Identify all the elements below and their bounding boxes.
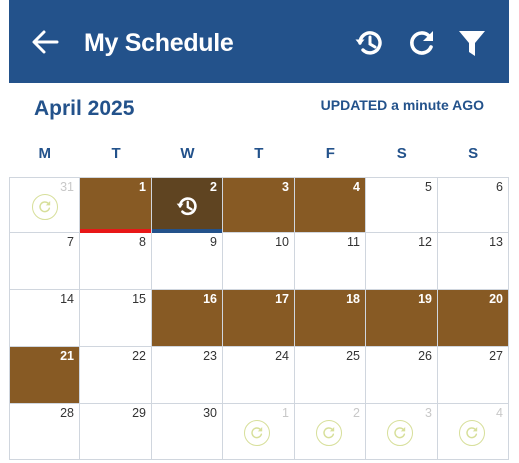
sync-icon bbox=[459, 420, 485, 446]
sync-icon bbox=[32, 194, 58, 220]
day-number: 24 bbox=[275, 349, 289, 363]
day-number: 16 bbox=[203, 292, 217, 306]
calendar-day-cell[interactable]: 26 bbox=[366, 347, 438, 404]
calendar-day-cell[interactable]: 4 bbox=[438, 404, 509, 460]
calendar-day-cell[interactable]: 2 bbox=[295, 404, 366, 460]
day-number: 4 bbox=[496, 406, 503, 420]
sync-icon bbox=[316, 420, 342, 446]
calendar-day-cell[interactable]: 23 bbox=[152, 347, 223, 404]
calendar-day-cell[interactable]: 24 bbox=[223, 347, 295, 404]
calendar-day-cell[interactable]: 9 bbox=[152, 233, 223, 290]
history-icon bbox=[174, 193, 200, 219]
day-number: 22 bbox=[132, 349, 146, 363]
day-number: 14 bbox=[60, 292, 74, 306]
calendar-day-cell[interactable]: 5 bbox=[366, 177, 438, 233]
calendar-day-cell[interactable]: 8 bbox=[80, 233, 152, 290]
calendar-day-cell[interactable]: 15 bbox=[80, 290, 152, 347]
filter-icon[interactable] bbox=[455, 26, 489, 60]
day-number: 18 bbox=[346, 292, 360, 306]
day-number: 20 bbox=[489, 292, 503, 306]
calendar-day-cell[interactable]: 25 bbox=[295, 347, 366, 404]
day-number: 23 bbox=[203, 349, 217, 363]
day-number: 31 bbox=[60, 180, 74, 194]
weekday-label: M bbox=[38, 145, 51, 162]
day-number: 29 bbox=[132, 406, 146, 420]
day-number: 17 bbox=[275, 292, 289, 306]
calendar-day-cell[interactable]: 11 bbox=[295, 233, 366, 290]
weekday-label: F bbox=[325, 145, 335, 162]
calendar-day-cell[interactable]: 28 bbox=[9, 404, 80, 460]
arrow-left-icon[interactable] bbox=[31, 27, 59, 57]
day-number: 2 bbox=[210, 180, 217, 194]
day-number: 19 bbox=[418, 292, 432, 306]
day-number: 13 bbox=[489, 235, 503, 249]
day-number: 15 bbox=[132, 292, 146, 306]
calendar-day-cell[interactable]: 1 bbox=[223, 404, 295, 460]
sync-icon bbox=[244, 420, 270, 446]
weekday-label: S bbox=[468, 145, 479, 162]
day-number: 3 bbox=[425, 406, 432, 420]
day-number: 26 bbox=[418, 349, 432, 363]
day-number: 28 bbox=[60, 406, 74, 420]
day-number: 3 bbox=[282, 180, 289, 194]
month-label: April 2025 bbox=[34, 97, 135, 120]
calendar-day-cell[interactable]: 6 bbox=[438, 177, 509, 233]
calendar-day-cell[interactable]: 16 bbox=[152, 290, 223, 347]
page-title: My Schedule bbox=[84, 29, 234, 57]
weekday-label: S bbox=[396, 145, 407, 162]
calendar-day-cell[interactable]: 1 bbox=[80, 177, 152, 233]
day-number: 1 bbox=[139, 180, 146, 194]
day-number: 5 bbox=[425, 180, 432, 194]
calendar-day-cell[interactable]: 3 bbox=[223, 177, 295, 233]
calendar-day-cell[interactable]: 12 bbox=[366, 233, 438, 290]
app-bar: My Schedule bbox=[9, 0, 509, 83]
calendar-day-cell[interactable]: 29 bbox=[80, 404, 152, 460]
updated-label: UPDATED a minute AGO bbox=[320, 97, 484, 113]
calendar-day-cell[interactable]: 19 bbox=[366, 290, 438, 347]
calendar-day-cell[interactable]: 4 bbox=[295, 177, 366, 233]
weekday-header: M T W T F S S bbox=[9, 145, 509, 167]
calendar-day-cell[interactable]: 18 bbox=[295, 290, 366, 347]
weekday-label: T bbox=[254, 145, 264, 162]
calendar-panel: April 2025 UPDATED a minute AGO M T W T … bbox=[9, 83, 509, 463]
calendar-day-cell[interactable]: 21 bbox=[9, 347, 80, 404]
calendar-day-cell[interactable]: 13 bbox=[438, 233, 509, 290]
day-number: 6 bbox=[496, 180, 503, 194]
day-number: 8 bbox=[139, 235, 146, 249]
day-number: 4 bbox=[353, 180, 360, 194]
calendar-day-cell[interactable]: 31 bbox=[9, 177, 80, 233]
weekday-label: T bbox=[111, 145, 121, 162]
calendar-day-cell[interactable]: 7 bbox=[9, 233, 80, 290]
refresh-icon[interactable] bbox=[406, 26, 440, 60]
calendar-day-cell[interactable]: 20 bbox=[438, 290, 509, 347]
day-number: 9 bbox=[210, 235, 217, 249]
day-number: 10 bbox=[275, 235, 289, 249]
day-number: 2 bbox=[353, 406, 360, 420]
day-number: 12 bbox=[418, 235, 432, 249]
day-number: 7 bbox=[67, 235, 74, 249]
calendar-day-cell[interactable]: 10 bbox=[223, 233, 295, 290]
day-number: 1 bbox=[282, 406, 289, 420]
calendar-day-cell[interactable]: 3 bbox=[366, 404, 438, 460]
day-number: 30 bbox=[203, 406, 217, 420]
day-number: 11 bbox=[347, 235, 360, 249]
calendar-grid: 31 1 2 3 4 5 6 7 8 9 10 11 12 13 14 15 16 17 18 19 20 21 22 23 2… bbox=[9, 177, 519, 463]
calendar-day-cell[interactable]: 30 bbox=[152, 404, 223, 460]
calendar-day-cell[interactable]: 22 bbox=[80, 347, 152, 404]
sync-icon bbox=[387, 420, 413, 446]
calendar-day-cell[interactable]: 17 bbox=[223, 290, 295, 347]
day-number: 27 bbox=[489, 349, 503, 363]
calendar-day-cell[interactable]: 27 bbox=[438, 347, 509, 404]
day-number: 25 bbox=[346, 349, 360, 363]
history-icon[interactable] bbox=[352, 26, 386, 60]
calendar-day-cell[interactable]: 14 bbox=[9, 290, 80, 347]
day-number: 21 bbox=[60, 349, 74, 363]
calendar-day-cell[interactable]: 2 bbox=[152, 177, 223, 233]
weekday-label: W bbox=[180, 145, 195, 162]
